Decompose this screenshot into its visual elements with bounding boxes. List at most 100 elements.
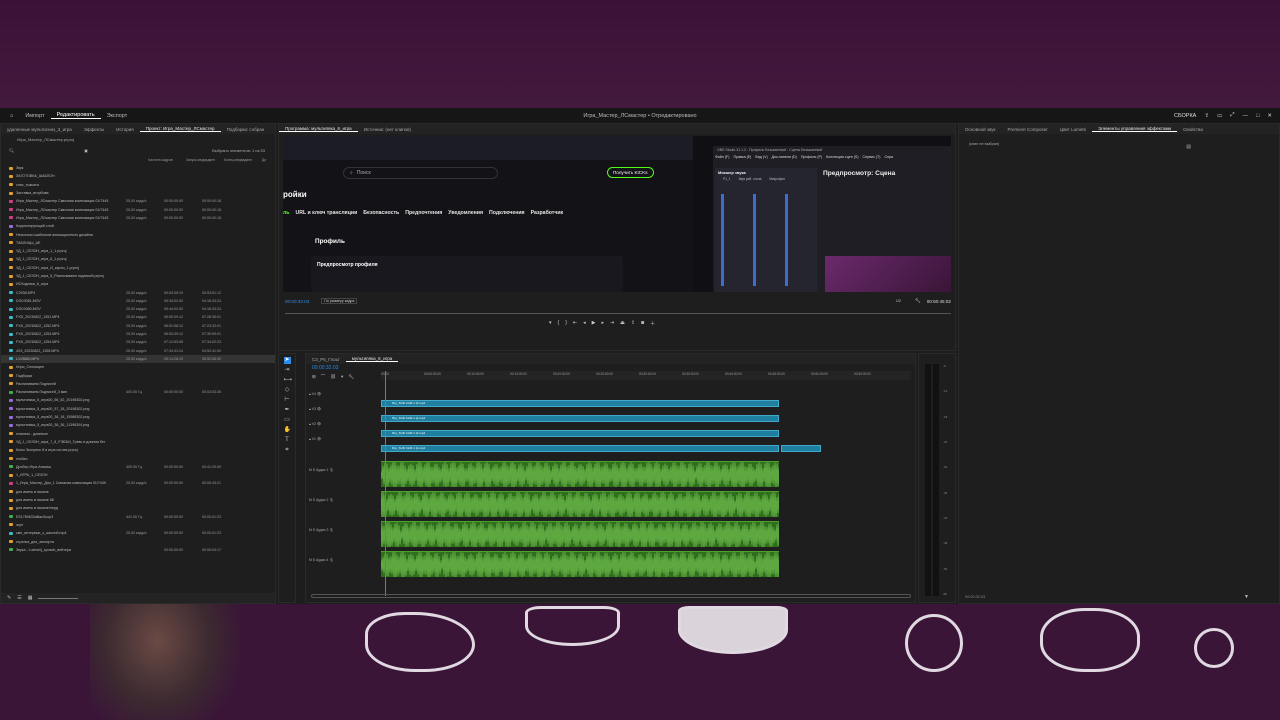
track-select-icon[interactable]: ⇥	[284, 367, 291, 374]
label-color-swatch[interactable]	[9, 324, 13, 328]
label-color-swatch[interactable]	[9, 523, 13, 527]
timeline-ruler[interactable]: 00:0000:05:00:0000:10:00:0000:15:00:0000…	[381, 371, 911, 380]
project-item[interactable]: 1_ИГРА_1_СЕЗОН	[1, 471, 275, 479]
mark-in-icon[interactable]: {	[558, 320, 560, 327]
project-item[interactable]: DSC0080.MOV 25,00 кадр/с 05:44:02:00 04:18:…	[1, 305, 275, 313]
label-color-swatch[interactable]	[9, 216, 13, 220]
fullscreen-icon[interactable]: ⤢	[1230, 112, 1234, 119]
label-color-swatch[interactable]	[9, 332, 13, 336]
linked-icon[interactable]: ⛓	[330, 374, 336, 380]
project-item[interactable]: Звука - Luchshij_sposob_вейтера 00:00:00:…	[1, 546, 275, 554]
menu-developer[interactable]: Разработчик	[531, 210, 564, 216]
extract-icon[interactable]: ⇪	[631, 320, 635, 327]
label-color-swatch[interactable]	[9, 191, 13, 195]
project-item[interactable]: ИСХодники_6_игра	[1, 280, 275, 288]
pencil-icon[interactable]: ✎	[7, 595, 11, 601]
kick-search[interactable]: ⌕ Поиск	[343, 167, 498, 179]
solo-icon[interactable]: S	[313, 558, 315, 562]
project-item[interactable]: стрелка_для_экспорта	[1, 537, 275, 545]
obs-menu-item[interactable]: Профиль (P)	[801, 155, 822, 159]
label-color-swatch[interactable]	[9, 282, 13, 286]
mute-icon[interactable]: M	[309, 558, 312, 562]
lock-icon[interactable]: 🔒︎	[309, 437, 311, 441]
project-item[interactable]: мультипяка_5_игра00_57_18_20198302.png	[1, 405, 275, 413]
project-item[interactable]: для иметь в начале 88	[1, 496, 275, 504]
label-color-swatch[interactable]	[9, 266, 13, 270]
mic-icon[interactable]: 🎙︎	[329, 528, 333, 532]
go-to-in-icon[interactable]: ⇤	[573, 320, 577, 327]
label-color-swatch[interactable]	[9, 208, 13, 212]
label-color-swatch[interactable]	[9, 166, 13, 170]
label-color-swatch[interactable]	[9, 174, 13, 178]
label-color-swatch[interactable]	[9, 490, 13, 494]
label-color-swatch[interactable]	[9, 448, 13, 452]
label-color-swatch[interactable]	[9, 340, 13, 344]
project-item[interactable]: для иметь в начале/лерд	[1, 504, 275, 512]
project-item[interactable]: ЗАГОТОВКА_ШАБЛОН	[1, 172, 275, 180]
program-timecode[interactable]: 00:00:32:03	[285, 299, 309, 304]
project-item[interactable]: Заставка_вторбова	[1, 189, 275, 197]
project-item[interactable]: УД_1_СЕЗОН_игра_6_1.prproj	[1, 255, 275, 263]
menu-preferences[interactable]: Предпочтения	[405, 210, 442, 216]
panel-menu-icon[interactable]: ▤	[1186, 144, 1191, 150]
menu-connections[interactable]: Подключения	[489, 210, 525, 216]
audio-clip[interactable]	[381, 521, 779, 547]
obs-menu-item[interactable]: Сервис (T)	[863, 155, 881, 159]
col-framerate[interactable]: Частота кадров	[148, 158, 186, 162]
menu-profile[interactable]: ль	[283, 210, 289, 216]
wrench-icon[interactable]: 🔧︎	[915, 298, 921, 304]
project-item[interactable]: УД_1_СЕЗОН_игра_7_8_РЭББИ_Тревь в длином…	[1, 438, 275, 446]
video-clip-short[interactable]	[781, 445, 821, 452]
label-color-swatch[interactable]	[9, 357, 13, 361]
obs-menu-item[interactable]: Правка (E)	[733, 155, 751, 159]
step-forward-icon[interactable]: ▸	[601, 320, 604, 327]
timeline-scrollbar[interactable]	[311, 594, 911, 598]
tab-program[interactable]: Программа: мультипяка_6_игра	[279, 126, 358, 132]
project-item[interactable]: глобал	[1, 454, 275, 462]
project-item[interactable]: 4X3_20230822_1355.MP4 25,00 кадр/с 07:34:4…	[1, 347, 275, 355]
project-item[interactable]: FXD_20230822_1353.MP4 25,00 кадр/с 06:53:3…	[1, 330, 275, 338]
project-item[interactable]: мультипяка_5_игра00_38_36_11398304.png	[1, 421, 275, 429]
project-item[interactable]: Распиливаем Подписей_3 мин 400.00 Гц 00:00…	[1, 388, 275, 396]
label-color-swatch[interactable]	[9, 199, 13, 203]
audio-clip[interactable]	[381, 491, 779, 517]
video-clip[interactable]: Ягр_SUD CAM 1 (4.mp4	[381, 415, 779, 422]
filter-icon[interactable]: ▼	[1244, 594, 1249, 600]
label-color-swatch[interactable]	[9, 540, 13, 543]
tab-effects[interactable]: Эффекты	[78, 127, 110, 132]
project-item[interactable]: зорт	[1, 521, 275, 529]
menu-notifications[interactable]: Уведомления	[448, 210, 483, 216]
tab-project[interactable]: Проект: Игра_Мастер_ЛСмастер	[139, 126, 221, 132]
video-track-header[interactable]: 🔒︎ V2 👁︎	[309, 422, 381, 426]
step-back-icon[interactable]: ◂	[583, 320, 586, 327]
timeline-timecode[interactable]: 00:00:32:03	[312, 365, 338, 371]
project-item[interactable]: 1_Игра_Мастер_Дяо_1 Сквозная композиция …	[1, 479, 275, 487]
project-item[interactable]: Игры_Сплоищен	[1, 363, 275, 371]
new-bin-icon[interactable]: ▣	[84, 148, 88, 153]
audio-clip[interactable]	[381, 461, 779, 487]
lock-icon[interactable]: 🔒︎	[309, 407, 311, 411]
playhead[interactable]	[385, 371, 386, 596]
project-item[interactable]: Дробер Игра Анскиш 400.00 Гц 00:00:00:00 00…	[1, 463, 275, 471]
play-icon[interactable]: ▶	[592, 320, 596, 327]
ripple-edit-icon[interactable]: ⟷	[284, 377, 293, 384]
eye-icon[interactable]: 👁︎	[317, 437, 321, 441]
tab-essential-sound[interactable]: Основной звук	[959, 127, 1001, 132]
mixer-fader-1[interactable]	[721, 194, 724, 286]
col-end[interactable]: Конец медиаданн	[224, 158, 262, 162]
label-color-swatch[interactable]	[9, 531, 13, 535]
home-icon[interactable]: ⌂	[0, 113, 19, 119]
col-start[interactable]: Запуск медиаданн	[186, 158, 224, 162]
label-color-swatch[interactable]	[9, 432, 13, 436]
label-color-swatch[interactable]	[9, 291, 13, 295]
menu-security[interactable]: Безопасность	[363, 210, 399, 216]
obs-menu-item[interactable]: Док-панели (D)	[772, 155, 797, 159]
label-color-swatch[interactable]	[9, 473, 13, 477]
audio-track-header[interactable]: M S Аудио 1 🎙︎	[309, 468, 381, 472]
icon-view-icon[interactable]: ▦	[28, 595, 33, 601]
snap-icon[interactable]: ⌒	[321, 374, 326, 380]
project-item[interactable]: для иметь в начале	[1, 488, 275, 496]
nav-import[interactable]: Импорт	[19, 113, 50, 119]
obs-menu-item[interactable]: Вид (V)	[755, 155, 767, 159]
tab-multicam[interactable]: удаленные мультисниз_3_игра	[1, 127, 78, 132]
